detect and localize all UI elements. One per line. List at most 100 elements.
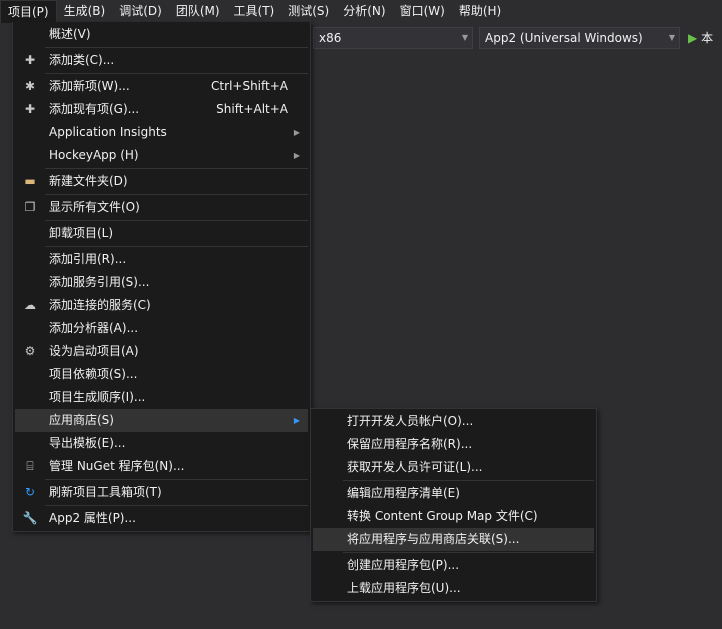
- menu-item-label: 项目依赖项(S)...: [49, 367, 138, 381]
- menu-item[interactable]: 添加引用(R)...: [15, 248, 308, 271]
- menu-separator: [45, 47, 308, 48]
- menu-item-label: 显示所有文件(O): [49, 200, 140, 214]
- menu-4[interactable]: 工具(T): [227, 0, 282, 23]
- gear-icon: ⚙: [24, 344, 36, 358]
- target-dropdown[interactable]: App2 (Universal Windows) ▼: [479, 27, 680, 49]
- menu-item-label: 管理 NuGet 程序包(N)...: [49, 459, 185, 473]
- menu-item-label: 导出模板(E)...: [49, 436, 126, 450]
- new-folder-icon: ▬: [24, 174, 36, 188]
- wrench-icon: 🔧: [22, 511, 38, 525]
- menu-item[interactable]: Application Insights ▶: [15, 121, 308, 144]
- menu-item-label: 打开开发人员帐户(O)...: [347, 414, 474, 428]
- add-existing-item-icon: ✚: [24, 102, 36, 116]
- menu-item-label: 创建应用程序包(P)...: [347, 558, 460, 572]
- menu-item[interactable]: 卸载项目(L): [15, 222, 308, 245]
- menu-item[interactable]: 导出模板(E)...: [15, 432, 308, 455]
- refresh-icon: ↻: [24, 485, 36, 499]
- menu-item[interactable]: 打开开发人员帐户(O)...: [313, 410, 594, 433]
- menu-0[interactable]: 项目(P): [0, 0, 57, 23]
- shortcut-label: Shift+Alt+A: [216, 102, 288, 116]
- menu-item[interactable]: ⌸ 管理 NuGet 程序包(N)...: [15, 455, 308, 478]
- menu-5[interactable]: 测试(S): [281, 0, 336, 23]
- menu-1[interactable]: 生成(B): [57, 0, 113, 23]
- menu-item-label: 设为启动项目(A): [49, 344, 139, 358]
- menu-item[interactable]: 添加分析器(A)...: [15, 317, 308, 340]
- menu-separator: [45, 479, 308, 480]
- show-all-files-icon: ❐: [24, 200, 36, 214]
- menu-item-label: 添加新项(W)...: [49, 79, 130, 93]
- connected-service-icon: ☁: [24, 298, 36, 312]
- menu-item[interactable]: 上载应用程序包(U)...: [313, 577, 594, 600]
- menu-separator: [45, 194, 308, 195]
- menu-item[interactable]: HockeyApp (H) ▶: [15, 144, 308, 167]
- menu-item-label: 项目生成顺序(I)...: [49, 390, 146, 404]
- menu-separator: [45, 73, 308, 74]
- menu-item-label: 转换 Content Group Map 文件(C): [347, 509, 538, 523]
- menu-item-label: 添加服务引用(S)...: [49, 275, 150, 289]
- menu-item-label: App2 属性(P)...: [49, 511, 136, 525]
- menu-item[interactable]: 创建应用程序包(P)...: [313, 554, 594, 577]
- menu-item-label: 刷新项目工具箱项(T): [49, 485, 162, 499]
- menu-item[interactable]: 添加服务引用(S)...: [15, 271, 308, 294]
- platform-dropdown[interactable]: x86 ▼: [313, 27, 473, 49]
- menu-item[interactable]: ⚙ 设为启动项目(A): [15, 340, 308, 363]
- menu-7[interactable]: 窗口(W): [393, 0, 452, 23]
- play-icon: ▶: [688, 31, 698, 45]
- menu-item-label: 添加现有项(G)...: [49, 102, 140, 116]
- menu-item-label: 概述(V): [49, 27, 91, 41]
- chevron-down-icon: ▼: [461, 33, 468, 42]
- menu-8[interactable]: 帮助(H): [452, 0, 508, 23]
- menu-item-label: HockeyApp (H): [49, 148, 139, 162]
- menu-separator: [343, 480, 594, 481]
- nuget-package-icon: ⌸: [26, 459, 34, 473]
- chevron-right-icon: ▶: [293, 151, 300, 160]
- add-class-icon: ✚: [24, 53, 36, 67]
- menu-item[interactable]: ✚ 添加现有项(G)... Shift+Alt+A: [15, 98, 308, 121]
- menu-6[interactable]: 分析(N): [336, 0, 392, 23]
- store-submenu: 打开开发人员帐户(O)... 保留应用程序名称(R)... 获取开发人员许可证(L)…: [310, 408, 597, 602]
- menu-item-label: 添加连接的服务(C): [49, 298, 151, 312]
- menu-item[interactable]: 项目依赖项(S)...: [15, 363, 308, 386]
- menu-separator: [45, 246, 308, 247]
- menu-item-label: 编辑应用程序清单(E): [347, 486, 460, 500]
- menu-item-label: 获取开发人员许可证(L)...: [347, 460, 483, 474]
- menu-item-label: Application Insights: [49, 125, 167, 139]
- menu-item[interactable]: 概述(V): [15, 23, 308, 46]
- add-new-item-icon: ✱: [24, 79, 36, 93]
- run-button[interactable]: ▶ 本: [688, 27, 713, 49]
- shortcut-label: Ctrl+Shift+A: [211, 79, 288, 93]
- menu-item[interactable]: 编辑应用程序清单(E): [313, 482, 594, 505]
- menu-item[interactable]: 获取开发人员许可证(L)...: [313, 456, 594, 479]
- menu-separator: [45, 220, 308, 221]
- menu-2[interactable]: 调试(D): [112, 0, 169, 23]
- menu-item[interactable]: ↻ 刷新项目工具箱项(T): [15, 481, 308, 504]
- menu-item[interactable]: ✚ 添加类(C)...: [15, 49, 308, 72]
- project-menu: 概述(V) ✚ 添加类(C)... ✱ 添加新项(W)... Ctrl+Shift+A ✚ 添…: [12, 22, 311, 532]
- menu-item[interactable]: 转换 Content Group Map 文件(C): [313, 505, 594, 528]
- menu-item-label: 上载应用程序包(U)...: [347, 581, 461, 595]
- chevron-down-icon: ▼: [668, 33, 675, 42]
- menu-item[interactable]: ✱ 添加新项(W)... Ctrl+Shift+A: [15, 75, 308, 98]
- menu-3[interactable]: 团队(M): [169, 0, 227, 23]
- chevron-right-icon: ▶: [293, 416, 300, 425]
- menu-item-label: 添加引用(R)...: [49, 252, 127, 266]
- menu-separator: [45, 505, 308, 506]
- menu-item-label: 保留应用程序名称(R)...: [347, 437, 473, 451]
- menu-item[interactable]: ☁ 添加连接的服务(C): [15, 294, 308, 317]
- menu-bar: 项目(P) 生成(B) 调试(D) 团队(M) 工具(T) 测试(S) 分析(N) 窗口(W)…: [0, 0, 722, 23]
- menu-item-label: 新建文件夹(D): [49, 174, 128, 188]
- menu-item[interactable]: 保留应用程序名称(R)...: [313, 433, 594, 456]
- menu-item[interactable]: 将应用程序与应用商店关联(S)...: [313, 528, 594, 551]
- chevron-right-icon: ▶: [293, 128, 300, 137]
- menu-item[interactable]: ▬ 新建文件夹(D): [15, 170, 308, 193]
- menu-item-label: 添加分析器(A)...: [49, 321, 139, 335]
- menu-item-label: 添加类(C)...: [49, 53, 115, 67]
- menu-item[interactable]: 应用商店(S) ▶: [15, 409, 308, 432]
- menu-item[interactable]: 🔧 App2 属性(P)...: [15, 507, 308, 530]
- menu-item-label: 卸载项目(L): [49, 226, 114, 240]
- menu-item[interactable]: 项目生成顺序(I)...: [15, 386, 308, 409]
- menu-separator: [343, 552, 594, 553]
- menu-separator: [45, 168, 308, 169]
- menu-item[interactable]: ❐ 显示所有文件(O): [15, 196, 308, 219]
- menu-item-label: 将应用程序与应用商店关联(S)...: [347, 532, 520, 546]
